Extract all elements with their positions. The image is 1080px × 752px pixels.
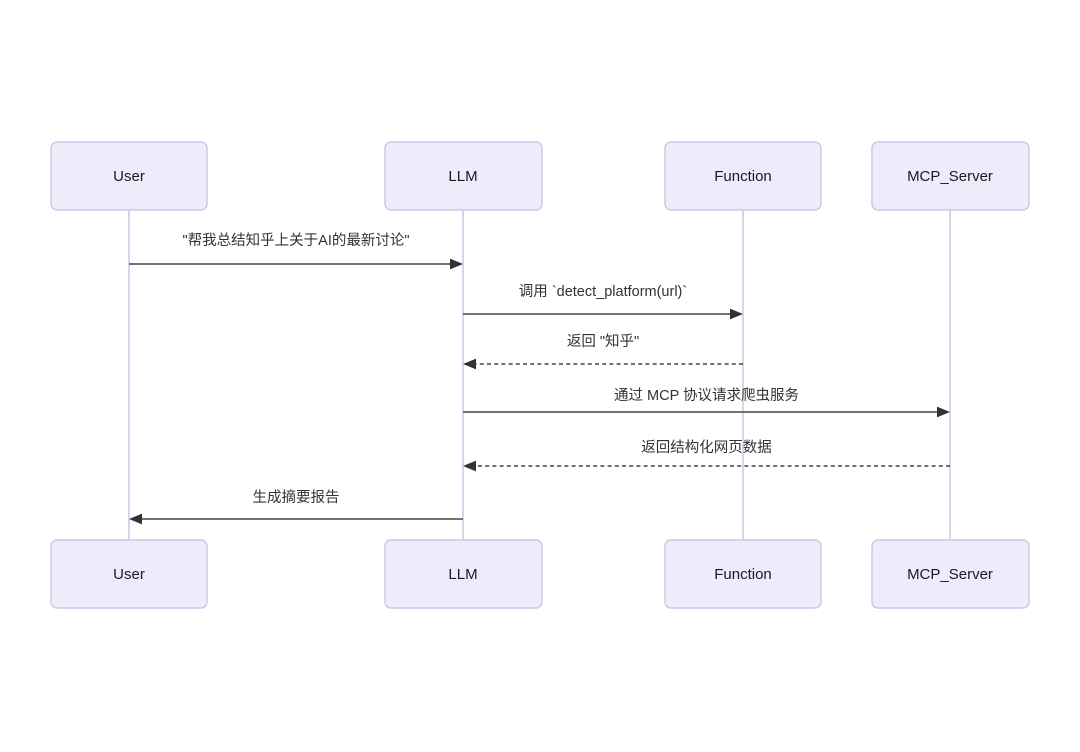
actors-bottom-layer: User LLM Function MCP_Server bbox=[50, 539, 1030, 609]
message-5-mcp-to-llm: 返回结构化网页数据 bbox=[463, 439, 950, 472]
message-arrowhead-1 bbox=[450, 258, 463, 270]
participant-llm-bottom[interactable]: LLM bbox=[384, 539, 543, 609]
participant-func-top[interactable]: Function bbox=[664, 141, 822, 211]
participant-label-mcp: MCP_Server bbox=[907, 168, 993, 185]
sequence-diagram-canvas: "帮我总结知乎上关于AI的最新讨论" 调用 `detect_platform(ur… bbox=[50, 141, 1030, 609]
message-label-6: 生成摘要报告 bbox=[253, 488, 340, 506]
message-arrowhead-4 bbox=[937, 406, 950, 418]
message-2-llm-to-func: 调用 `detect_platform(url)` bbox=[463, 283, 743, 320]
message-arrowhead-3 bbox=[463, 358, 476, 370]
participant-func-bottom[interactable]: Function bbox=[664, 539, 822, 609]
sequence-diagram: "帮我总结知乎上关于AI的最新讨论" 调用 `detect_platform(ur… bbox=[0, 0, 1080, 752]
participant-label-user: User bbox=[113, 168, 145, 185]
participant-user-top[interactable]: User bbox=[50, 141, 208, 211]
message-label-2: 调用 `detect_platform(url)` bbox=[519, 283, 687, 300]
message-label-5: 返回结构化网页数据 bbox=[641, 439, 772, 456]
participant-label-user: User bbox=[113, 566, 145, 583]
message-4-llm-to-mcp: 通过 MCP 协议请求爬虫服务 bbox=[463, 387, 950, 418]
message-1-user-to-llm: "帮我总结知乎上关于AI的最新讨论" bbox=[129, 232, 463, 270]
participant-label-func: Function bbox=[714, 566, 772, 583]
participant-label-llm: LLM bbox=[448, 566, 477, 583]
message-3-func-to-llm: 返回 "知乎" bbox=[463, 333, 743, 370]
participant-label-func: Function bbox=[714, 168, 772, 185]
message-arrowhead-2 bbox=[730, 308, 743, 320]
actors-top-layer: User LLM Function MCP_Server bbox=[50, 141, 1030, 211]
message-label-4: 通过 MCP 协议请求爬虫服务 bbox=[614, 387, 799, 404]
participant-mcp-bottom[interactable]: MCP_Server bbox=[871, 539, 1030, 609]
message-label-3: 返回 "知乎" bbox=[567, 333, 639, 350]
participant-user-bottom[interactable]: User bbox=[50, 539, 208, 609]
message-arrowhead-5 bbox=[463, 460, 476, 472]
participant-mcp-top[interactable]: MCP_Server bbox=[871, 141, 1030, 211]
message-arrowhead-6 bbox=[129, 513, 142, 525]
participant-llm-top[interactable]: LLM bbox=[384, 141, 543, 211]
messages-layer: "帮我总结知乎上关于AI的最新讨论" 调用 `detect_platform(ur… bbox=[129, 232, 950, 525]
message-6-llm-to-user: 生成摘要报告 bbox=[129, 488, 463, 525]
message-label-1: "帮我总结知乎上关于AI的最新讨论" bbox=[183, 232, 410, 249]
participant-label-mcp: MCP_Server bbox=[907, 566, 993, 583]
participant-label-llm: LLM bbox=[448, 168, 477, 185]
